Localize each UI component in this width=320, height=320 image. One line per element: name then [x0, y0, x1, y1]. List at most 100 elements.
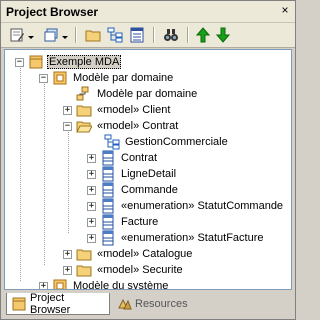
- tab-resources[interactable]: Resources: [112, 293, 192, 315]
- folder-icon: [76, 102, 92, 118]
- project-browser-icon: [11, 296, 27, 312]
- chevron-down-icon[interactable]: [28, 32, 34, 39]
- expand-icon[interactable]: +: [87, 233, 96, 243]
- collapse-icon[interactable]: −: [15, 57, 24, 67]
- move-up-button[interactable]: [193, 26, 213, 44]
- diagram-icon: [76, 86, 92, 102]
- tree-line: [20, 62, 21, 281]
- stereotype: «model»: [97, 248, 140, 260]
- toolbar-separator: [75, 27, 76, 43]
- project-browser-window: Project Browser × − Exemple MDA − Modèle…: [0, 0, 296, 320]
- class-icon: [100, 182, 116, 198]
- folder-icon: [76, 262, 92, 278]
- tree-label-root: Exemple MDA: [47, 55, 122, 69]
- tree-node-enum-statutcommande[interactable]: + «enumeration» StatutCommande: [87, 198, 285, 214]
- element-type-button[interactable]: [41, 26, 61, 44]
- folder-icon: [85, 30, 101, 42]
- arrow-down-icon: [215, 27, 231, 43]
- expand-icon[interactable]: +: [39, 281, 48, 289]
- binoculars-icon: [164, 29, 178, 41]
- tree-node-root[interactable]: − Exemple MDA: [15, 54, 122, 70]
- arrow-up-icon: [195, 27, 211, 43]
- new-element-button[interactable]: [7, 26, 27, 44]
- tree-label: Catalogue: [142, 248, 193, 260]
- tree-node-system-model[interactable]: + Modèle du système: [39, 278, 170, 290]
- tree-node-catalogue[interactable]: + «model» Catalogue: [63, 246, 194, 262]
- tree-label: Commande: [121, 184, 178, 196]
- stereotype: «model»: [97, 264, 140, 276]
- stereotype: «enumeration»: [121, 232, 195, 244]
- toolbar-separator: [187, 27, 188, 43]
- tree-node-client[interactable]: + «model» Client: [63, 102, 172, 118]
- tree-node-securite[interactable]: + «model» Securite: [63, 262, 185, 278]
- collapse-icon[interactable]: −: [39, 73, 48, 83]
- class-icon: [100, 150, 116, 166]
- folder-icon: [76, 246, 92, 262]
- expand-icon[interactable]: +: [87, 169, 96, 179]
- properties-icon: [130, 27, 144, 43]
- window-title: Project Browser: [6, 5, 99, 19]
- resources-icon: [116, 296, 132, 312]
- tree-label: LigneDetail: [121, 168, 177, 180]
- tree-line: [68, 126, 69, 233]
- tree-label: GestionCommerciale: [125, 136, 228, 148]
- find-button[interactable]: [161, 26, 181, 44]
- tree-label: Modèle par domaine: [97, 88, 198, 100]
- tree-node-gestion[interactable]: GestionCommerciale: [104, 134, 230, 150]
- move-down-button[interactable]: [213, 26, 233, 44]
- tree-line: [44, 78, 45, 265]
- tree-node-class-lignedetail[interactable]: + LigneDetail: [87, 166, 178, 182]
- expand-icon[interactable]: +: [63, 105, 72, 115]
- expand-icon[interactable]: +: [87, 153, 96, 163]
- folder-open-icon: [76, 118, 92, 134]
- class-diagram-icon: [104, 134, 120, 150]
- class-icon: [100, 214, 116, 230]
- close-icon[interactable]: ×: [279, 4, 291, 17]
- tree-node-class-facture[interactable]: + Facture: [87, 214, 160, 230]
- stereotype: «enumeration»: [121, 200, 195, 212]
- tree-label: Facture: [121, 216, 159, 228]
- new-diagram-button[interactable]: [105, 26, 125, 44]
- toolbar: [1, 23, 295, 48]
- stack-icon: [44, 28, 58, 42]
- tree-label: Modèle du système: [73, 280, 169, 290]
- expand-icon[interactable]: +: [87, 201, 96, 211]
- tree-node-class-commande[interactable]: + Commande: [87, 182, 180, 198]
- tree-label: Client: [142, 104, 171, 116]
- tree-label: StatutCommande: [197, 200, 284, 212]
- tree-node-contrat[interactable]: − «model» Contrat: [63, 118, 180, 134]
- tree-label: StatutFacture: [197, 232, 264, 244]
- tree-node-enum-statutfacture[interactable]: + «enumeration» StatutFacture: [87, 230, 266, 246]
- model-package-icon: [52, 70, 68, 86]
- stereotype: «model»: [97, 120, 140, 132]
- toolbar-separator: [153, 27, 154, 43]
- stereotype: «model»: [97, 104, 140, 116]
- enumeration-icon: [100, 198, 116, 214]
- new-package-button[interactable]: [83, 26, 103, 44]
- project-icon: [28, 54, 44, 70]
- class-icon: [100, 166, 116, 182]
- title-bar: Project Browser ×: [1, 1, 295, 23]
- collapse-icon[interactable]: −: [63, 121, 72, 131]
- hierarchy-icon: [107, 27, 123, 43]
- tree-label: Securite: [142, 264, 183, 276]
- tree-node-domain-model[interactable]: − Modèle par domaine: [39, 70, 175, 86]
- properties-button[interactable]: [127, 26, 147, 44]
- new-element-icon: [10, 28, 24, 42]
- tree-node-domain-diagram[interactable]: Modèle par domaine: [76, 86, 199, 102]
- project-tree[interactable]: − Exemple MDA − Modèle par domaine Modèl…: [4, 49, 292, 290]
- bottom-tabs: Project Browser Resources: [4, 292, 292, 317]
- tree-node-class-contrat[interactable]: + Contrat: [87, 150, 159, 166]
- tab-label: Resources: [135, 298, 188, 310]
- expand-icon[interactable]: +: [87, 185, 96, 195]
- tab-project-browser[interactable]: Project Browser: [6, 292, 110, 316]
- tree-label: Contrat: [142, 120, 179, 132]
- tree-label: Modèle par domaine: [73, 72, 174, 84]
- tree-label: Contrat: [121, 152, 158, 164]
- expand-icon[interactable]: +: [63, 265, 72, 275]
- expand-icon[interactable]: +: [63, 249, 72, 259]
- model-package-icon: [52, 278, 68, 289]
- chevron-down-icon[interactable]: [62, 32, 68, 39]
- expand-icon[interactable]: +: [87, 217, 96, 227]
- enumeration-icon: [100, 230, 116, 246]
